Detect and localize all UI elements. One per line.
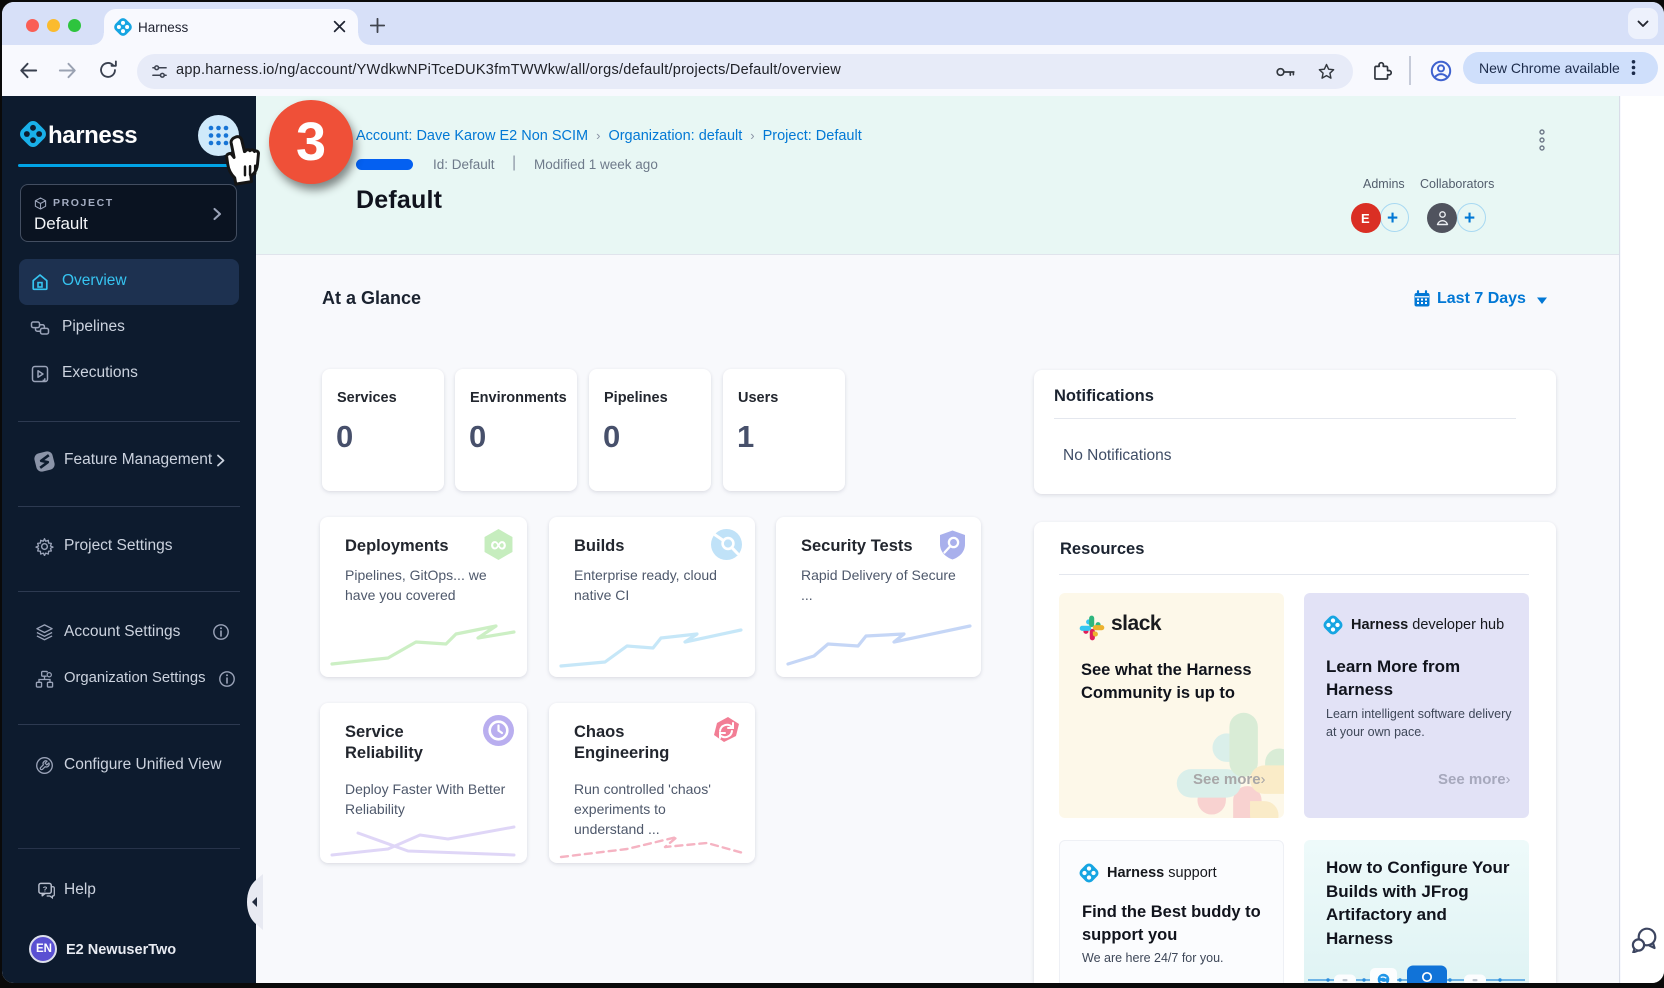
svg-text:?: ? (43, 884, 48, 893)
